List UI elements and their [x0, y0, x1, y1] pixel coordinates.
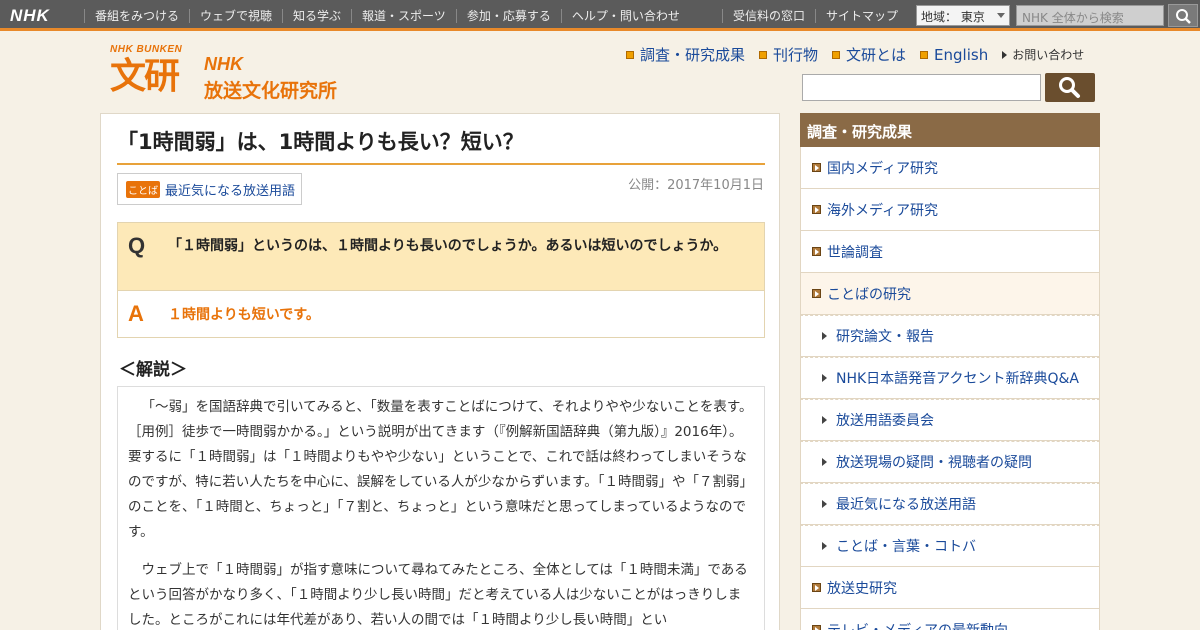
sidebar-item-domestic-media[interactable]: 国内メディア研究 [800, 147, 1100, 189]
arrow-box-icon [812, 205, 821, 214]
region-value: 地域： 東京 [921, 10, 985, 24]
category-link-text: 最近気になる放送用語 [165, 183, 296, 199]
sidebar-subitem-accent-dictionary[interactable]: NHK日本語発音アクセント新辞典Q&A [800, 357, 1100, 399]
sidebar-subitem-committee[interactable]: 放送用語委員会 [800, 399, 1100, 441]
global-nav-item[interactable]: ウェブで視聴 [189, 8, 282, 23]
article: 「1時間弱」は、1時間よりも長い？短い？ ことば 最近気になる放送用語 公開：2… [100, 113, 780, 630]
region-select[interactable]: 地域： 東京 [916, 5, 1011, 26]
sidebar-item-label: ことば・言葉・コトバ [836, 539, 976, 555]
bullet-icon [759, 50, 768, 59]
answer-row: A １時間よりも短いです。 [118, 291, 764, 337]
site-search-input[interactable] [802, 74, 1041, 101]
sidebar-subitem-kotoba[interactable]: ことば・言葉・コトバ [800, 525, 1100, 567]
global-nav-item[interactable]: ヘルプ・問い合わせ [560, 8, 690, 23]
sidebar-subitem-recent-terms[interactable]: 最近気になる放送用語 [800, 483, 1100, 525]
arrow-right-icon [1002, 50, 1008, 59]
nhk-logo[interactable]: NHK [10, 6, 50, 26]
global-nav-item[interactable]: 知る学ぶ [282, 8, 351, 23]
sidebar-item-label: 最近気になる放送用語 [836, 497, 976, 513]
arrow-box-icon [812, 625, 821, 630]
paragraph: 「～弱」を国語辞典で引いてみると、「数量を表すことばにつけて、それよりやや少ない… [128, 399, 754, 540]
site-nav-label: English [934, 45, 989, 64]
logo-name-text: 放送文化研究所 [204, 80, 338, 102]
qa-box: Q 「１時間弱」というのは、１時間よりも長いのでしょうか。あるいは短いのでしょう… [117, 222, 765, 338]
arrow-box-icon [812, 289, 821, 298]
arrow-right-icon [822, 458, 827, 466]
site-nav-item[interactable]: 文研とは [832, 44, 906, 65]
site-search-button[interactable] [1045, 73, 1095, 102]
section-heading: ＜解説＞ [119, 360, 187, 380]
article-body: 「～弱」を国語辞典で引いてみると、「数量を表すことばにつけて、それよりやや少ない… [117, 386, 765, 630]
search-icon [1176, 9, 1191, 24]
arrow-box-icon [812, 163, 821, 172]
logo-small-text: NHK BUNKEN [110, 44, 183, 55]
bullet-icon [920, 50, 929, 59]
sidebar-subitem-questions[interactable]: 放送現場の疑問・視聴者の疑問 [800, 441, 1100, 483]
sidebar-item-media-trends[interactable]: テレビ・メディアの最新動向 [800, 609, 1100, 630]
site-nav-label: 刊行物 [773, 46, 819, 64]
global-nav-item[interactable]: 参加・応募する [455, 8, 561, 23]
sidebar-item-label: 世論調査 [827, 244, 883, 261]
question-row: Q 「１時間弱」というのは、１時間よりも長いのでしょうか。あるいは短いのでしょう… [118, 223, 764, 291]
sidebar-item-label: ことばの研究 [827, 286, 911, 303]
global-search-input[interactable]: NHK 全体から検索 [1016, 5, 1165, 26]
search-icon [1059, 77, 1080, 98]
site-nav-item[interactable]: English [920, 46, 988, 64]
paragraph: ウェブ上で「１時間弱」が指す意味について尋ねてみたところ、全体としては「１時間未… [128, 562, 748, 628]
receiving-fee-link[interactable]: 受信料の窓口 [722, 8, 815, 23]
sidebar-item-label: テレビ・メディアの最新動向 [827, 620, 1008, 630]
sidebar-item-label: 国内メディア研究 [827, 160, 939, 177]
answer-marker: A [128, 301, 144, 326]
global-right-links: 受信料の窓口 サイトマップ 地域： 東京 NHK 全体から検索 [722, 0, 1199, 31]
global-nav-item[interactable]: 報道・スポーツ [351, 8, 456, 23]
bullet-icon [832, 50, 841, 59]
site-nav-label: 調査・研究成果 [640, 46, 746, 64]
bullet-icon [626, 50, 634, 59]
chevron-down-icon [997, 13, 1006, 18]
sidebar-item-broadcast-history[interactable]: 放送史研究 [800, 567, 1100, 609]
logo-mark: 文研 [110, 56, 180, 97]
arrow-box-icon [812, 583, 821, 592]
arrow-right-icon [822, 416, 827, 424]
global-search-button[interactable] [1168, 4, 1199, 27]
site-nav: 調査・研究成果 刊行物 文研とは English お問い合わせ [626, 44, 1084, 65]
sidebar: 調査・研究成果 国内メディア研究 海外メディア研究 世論調査 ことばの研究 研究… [800, 113, 1100, 630]
sidebar-item-label: 放送現場の疑問・視聴者の疑問 [836, 455, 1032, 471]
arrow-right-icon [822, 332, 827, 340]
sidebar-heading: 調査・研究成果 [800, 113, 1100, 147]
arrow-right-icon [822, 542, 827, 550]
question-text: 「１時間弱」というのは、１時間よりも長いのでしょうか。あるいは短いのでしょうか。 [168, 238, 728, 254]
contact-link[interactable]: お問い合わせ [1002, 46, 1084, 63]
global-nav: 番組をみつける ウェブで視聴 知る学ぶ 報道・スポーツ 参加・応募する ヘルプ・… [84, 0, 690, 31]
sitemap-link[interactable]: サイトマップ [815, 8, 908, 23]
publish-date: 公開：2017年10月1日 [628, 178, 764, 193]
site-logo[interactable]: NHK BUNKEN 文研 NHK 放送文化研究所 [110, 44, 337, 102]
logo-nhk-text: NHK [204, 54, 243, 74]
sidebar-item-overseas-media[interactable]: 海外メディア研究 [800, 189, 1100, 231]
arrow-right-icon [822, 500, 827, 508]
sidebar-item-label: 放送史研究 [827, 580, 897, 597]
sidebar-item-label: 海外メディア研究 [827, 202, 939, 219]
arrow-box-icon [812, 247, 821, 256]
answer-text: １時間よりも短いです。 [168, 307, 320, 323]
sidebar-item-label: NHK日本語発音アクセント新辞典Q&A [836, 371, 1079, 387]
global-nav-item[interactable]: 番組をみつける [84, 8, 189, 23]
sidebar-item-label: 放送用語委員会 [836, 413, 934, 429]
site-nav-item[interactable]: 調査・研究成果 [626, 44, 745, 65]
site-nav-label: 文研とは [846, 46, 907, 64]
arrow-right-icon [822, 374, 827, 382]
category-label: ことば [126, 180, 160, 198]
sidebar-item-label: 研究論文・報告 [836, 329, 934, 345]
site-nav-item[interactable]: 刊行物 [759, 44, 818, 65]
category-tag[interactable]: ことば 最近気になる放送用語 [117, 173, 303, 205]
sidebar-item-opinion-polls[interactable]: 世論調査 [800, 231, 1100, 273]
question-marker: Q [128, 233, 146, 258]
sidebar-subitem-papers[interactable]: 研究論文・報告 [800, 315, 1100, 357]
contact-label: お問い合わせ [1012, 48, 1085, 62]
article-title: 「1時間弱」は、1時間よりも長い？短い？ [117, 126, 765, 165]
global-header: NHK 番組をみつける ウェブで視聴 知る学ぶ 報道・スポーツ 参加・応募する … [0, 0, 1200, 31]
sidebar-item-language-research[interactable]: ことばの研究 [800, 273, 1100, 315]
